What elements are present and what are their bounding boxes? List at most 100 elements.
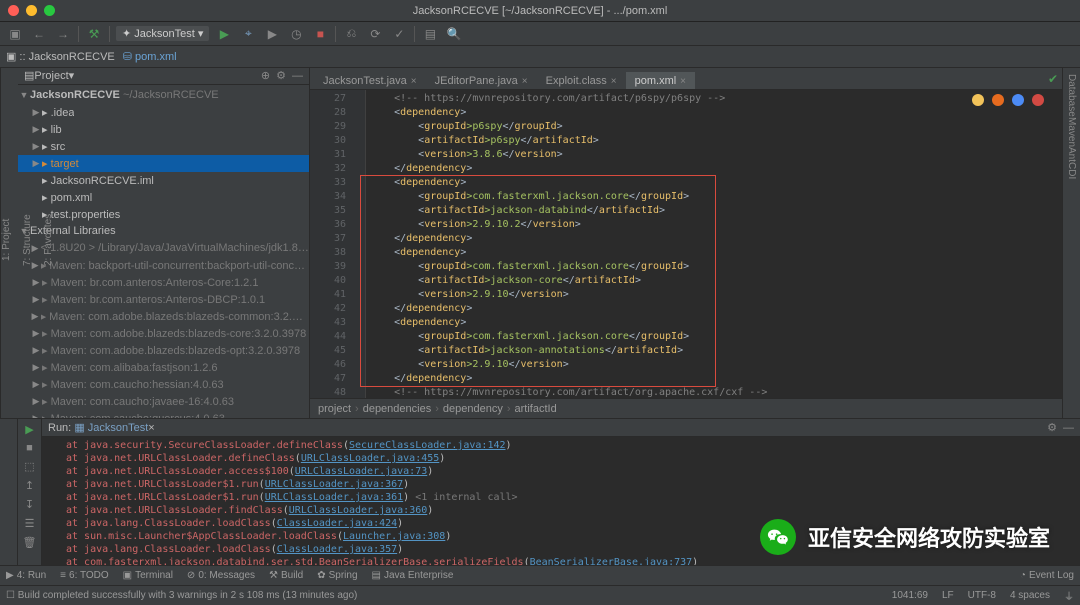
right-tab-cdi[interactable]: CDI [1066,162,1077,179]
tree-item[interactable]: ▶▸ lib [18,121,309,138]
chrome-icon[interactable] [972,94,984,106]
window-title: JacksonRCECVE [~/JacksonRCECVE] - .../po… [0,5,1080,17]
editor-tab[interactable]: JEditorPane.java× [426,72,537,89]
tree-item[interactable]: ▶▸ src [18,138,309,155]
open-icon[interactable]: ▣ [6,25,24,43]
update-icon[interactable]: ⟳ [366,25,384,43]
right-tab-ant[interactable]: Ant [1066,147,1077,162]
tab-terminal[interactable]: ▣ Terminal [123,570,173,581]
run-toolbar[interactable]: ▶ ■ ⬚ ↥ ↧ ☰ 🗑 [18,419,42,578]
breadcrumb-bar[interactable]: project › dependencies › dependency › ar… [310,398,1062,418]
right-tab-maven[interactable]: Maven [1066,117,1077,147]
left-tab-structure[interactable]: 7: Structure [22,214,33,266]
inspection-ok-icon[interactable]: ✔ [1048,72,1058,86]
right-tool-strip[interactable]: Database Maven Ant CDI [1062,68,1080,418]
tab-spring[interactable]: ✿ Spring [317,570,357,581]
browser-icons[interactable] [972,94,1044,106]
structure-icon[interactable]: ▤ [421,25,439,43]
tree-item[interactable]: ▶▸ target [18,155,309,172]
vcs-icon[interactable]: ⎌ [342,25,360,43]
console-output[interactable]: at java.security.SecureClassLoader.defin… [42,437,1080,578]
tree-item[interactable]: ▶▸ Maven: br.com.anteros:Anteros-Core:1.… [18,274,309,291]
bottom-tool-tabs[interactable]: ▶ 4: Run ≡ 6: TODO ▣ Terminal ⊘ 0: Messa… [0,565,1080,585]
run-icon[interactable]: ▶ [215,25,233,43]
tree-item[interactable]: ▶▸ Maven: com.adobe.blazeds:blazeds-comm… [18,308,309,325]
pin-icon[interactable]: ⬚ [24,460,34,473]
project-panel-header[interactable]: ▤ Project ▾ ⊕ ⚙ — [18,68,309,85]
rerun-icon[interactable]: ▶ [25,423,33,436]
tab-build[interactable]: ⚒ Build [269,570,303,581]
fold-gutter[interactable] [352,90,366,398]
right-tab-database[interactable]: Database [1066,74,1077,117]
tree-item[interactable]: ▶▸ Maven: com.adobe.blazeds:blazeds-core… [18,325,309,342]
tab-java-enterprise[interactable]: ▤ Java Enterprise [372,570,454,581]
tree-item[interactable]: ▶▸ Maven: com.caucho:javaee-16:4.0.63 [18,393,309,410]
hide-icon[interactable]: — [1063,422,1074,434]
tree-item[interactable]: ▶▸ Maven: com.adobe.blazeds:blazeds-opt:… [18,342,309,359]
safari-icon[interactable] [1012,94,1024,106]
run-side-strip [0,419,18,578]
gear-icon[interactable]: ⚙ [1047,421,1057,434]
up-icon[interactable]: ↥ [25,479,34,492]
line-sep[interactable]: LF [942,590,954,601]
target-icon[interactable]: ⊕ [261,69,270,82]
opera-icon[interactable] [1032,94,1044,106]
tree-item[interactable]: ▶▸ Maven: com.caucho:quercus:4.0.63 [18,410,309,418]
forward-icon[interactable]: → [54,25,72,43]
tree-item[interactable]: ▸ pom.xml [18,189,309,206]
gear-icon[interactable]: ⚙ [276,69,286,82]
back-icon[interactable]: ← [30,25,48,43]
tree-item[interactable]: ▶▸ .idea [18,104,309,121]
build-icon[interactable]: ⚒ [85,25,103,43]
run-configuration[interactable]: ✦ JacksonTest ▾ [116,26,209,41]
status-toggle-icon[interactable]: ☐ [6,590,15,601]
project-tree[interactable]: ▼JacksonRCECVE ~/JacksonRCECVE▶▸ .idea▶▸… [18,85,309,418]
tree-item[interactable]: ▶▸ Maven: com.alibaba:fastjson:1.2.6 [18,359,309,376]
tab-todo[interactable]: ≡ 6: TODO [60,570,109,581]
tree-item[interactable]: ▶▸ Maven: com.caucho:hessian:4.0.63 [18,376,309,393]
tree-item[interactable]: ▸ JacksonRCECVE.iml [18,172,309,189]
breadcrumb-item[interactable]: artifactId [515,403,557,415]
stop-icon[interactable]: ■ [311,25,329,43]
print-icon[interactable]: ☰ [25,517,35,530]
nav-bar: ▣ :: JacksonRCECVE ⛁ pom.xml [0,46,1080,68]
nav-project[interactable]: ▣ :: JacksonRCECVE [6,50,115,63]
breadcrumb-item[interactable]: dependency [443,403,503,415]
editor-tabs[interactable]: JacksonTest.java×JEditorPane.java×Exploi… [310,68,1062,90]
left-tab-project[interactable]: 1: Project [1,219,12,261]
stop-icon[interactable]: ■ [26,442,33,454]
firefox-icon[interactable] [992,94,1004,106]
editor-tab[interactable]: Exploit.class× [537,72,626,89]
editor: JacksonTest.java×JEditorPane.java×Exploi… [310,68,1062,418]
commit-icon[interactable]: ✓ [390,25,408,43]
tree-item[interactable]: ▶▸ Maven: backport-util-concurrent:backp… [18,257,309,274]
tree-item[interactable]: ▼JacksonRCECVE ~/JacksonRCECVE [18,87,309,104]
indent[interactable]: 4 spaces [1010,590,1050,601]
coverage-icon[interactable]: ▶ [263,25,281,43]
down-icon[interactable]: ↧ [25,498,34,511]
left-tool-strip[interactable]: 1: Project 7: Structure 2: Favorites [0,68,18,418]
tree-item[interactable]: ▼External Libraries [18,223,309,240]
tab-messages[interactable]: ⊘ 0: Messages [187,570,255,581]
encoding[interactable]: UTF-8 [968,590,996,601]
left-tab-favorites[interactable]: 2: Favorites [43,214,54,266]
hide-icon[interactable]: — [292,70,303,82]
breadcrumb-item[interactable]: dependencies [363,403,432,415]
event-log[interactable]: ◔ Event Log [1020,570,1074,581]
tree-item[interactable]: ▶< 1.8U20 > /Library/Java/JavaVirtualMac… [18,240,309,257]
nav-file[interactable]: ⛁ pom.xml [123,50,177,63]
code-area[interactable]: <!-- https://mvnrepository.com/artifact/… [366,90,1062,398]
tree-item[interactable]: ▸ test.properties [18,206,309,223]
run-header[interactable]: Run: ▦ JacksonTest × ⚙ — [42,419,1080,437]
editor-tab[interactable]: JacksonTest.java× [314,72,426,89]
debug-icon[interactable]: ⌖ [239,25,257,43]
lock-icon[interactable]: ⏚ [1064,588,1074,603]
search-icon[interactable]: 🔍 [445,25,463,43]
caret-position[interactable]: 1041:69 [892,590,928,601]
trash-icon[interactable]: 🗑 [23,536,37,549]
profile-icon[interactable]: ◷ [287,25,305,43]
tree-item[interactable]: ▶▸ Maven: br.com.anteros:Anteros-DBCP:1.… [18,291,309,308]
tab-run[interactable]: ▶ 4: Run [6,570,46,581]
breadcrumb-item[interactable]: project [318,403,351,415]
editor-tab[interactable]: pom.xml× [626,72,695,89]
